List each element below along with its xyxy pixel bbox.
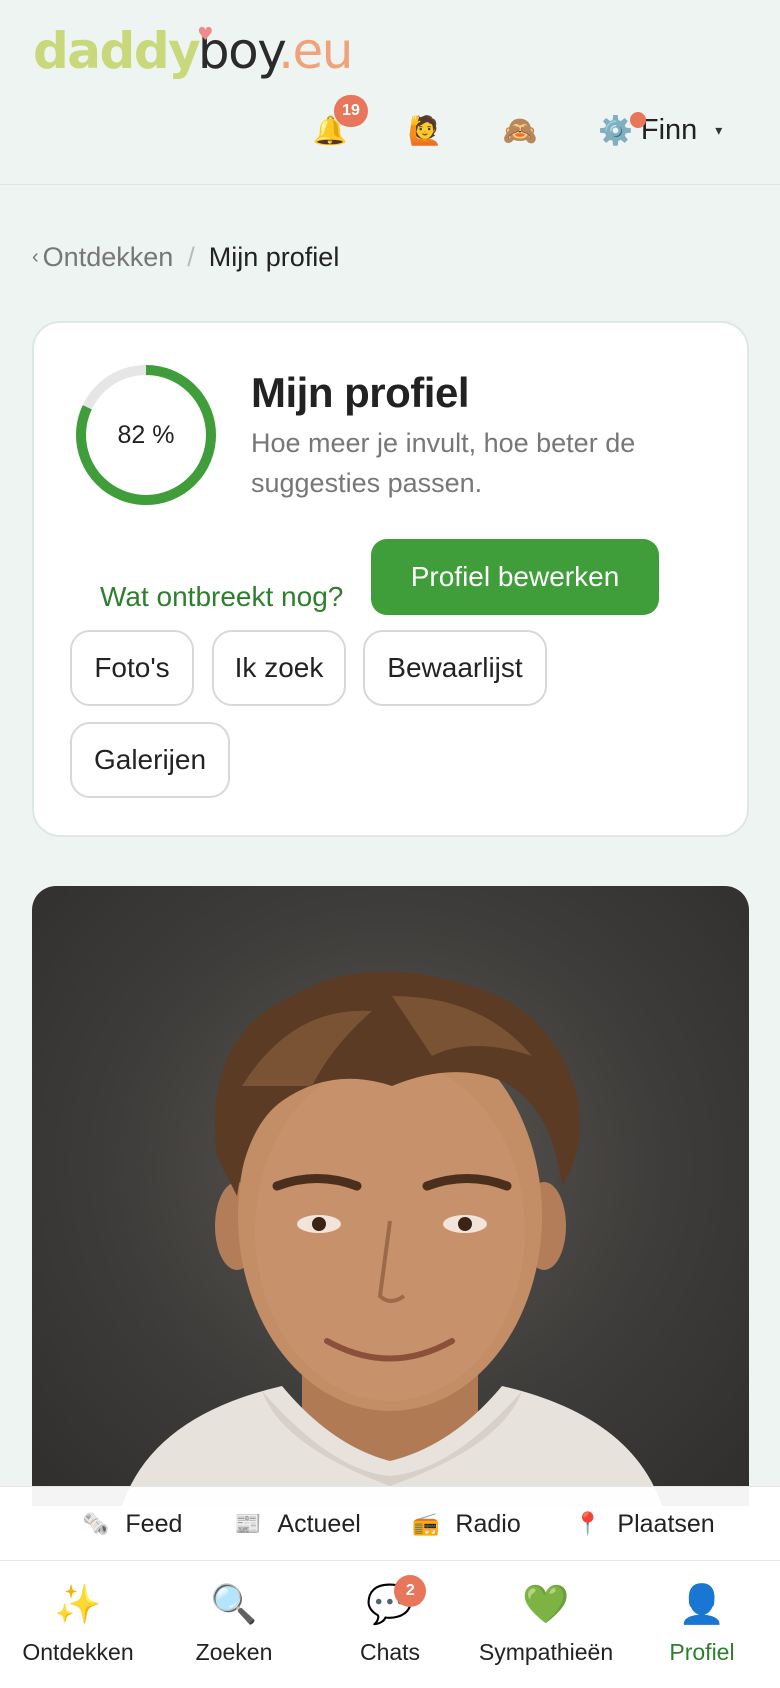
gear-icon: ⚙️ (598, 111, 646, 147)
visitors-button[interactable]: 🙋 (403, 108, 447, 152)
tab-chats-label: Chats (359, 1639, 421, 1665)
magnifier-icon: 🔍 (210, 1584, 258, 1626)
speech-bubble-icon: 💬 2 (366, 1575, 427, 1629)
profile-photo-illustration (122, 971, 662, 1506)
newspaper-roll-icon: 🗞️ (82, 1511, 110, 1536)
chip-galleries[interactable]: Galerijen (70, 722, 230, 798)
person-icon: 👤 (678, 1584, 726, 1626)
breadcrumb-current: Mijn profiel (208, 242, 340, 272)
subnav-radio[interactable]: 📻 Radio (412, 1487, 521, 1561)
top-header: daddy♥boy.eu 🔔 19 🙋 🙈 ⚙️ Finn ▾ (0, 0, 780, 185)
subnav-radio-label: Radio (455, 1509, 521, 1538)
user-menu[interactable]: ⚙️ Finn ▾ (598, 108, 722, 152)
subnav-feed[interactable]: 🗞️ Feed (82, 1487, 182, 1561)
green-heart-icon: 💚 (522, 1584, 570, 1626)
edit-profile-button[interactable]: Profiel bewerken (371, 539, 659, 615)
chip-saved-list[interactable]: Bewaarlijst (363, 630, 547, 706)
whats-missing-link[interactable]: Wat ontbreekt nog? (100, 559, 343, 635)
logo-heart-icon: ♥ (197, 24, 213, 45)
notifications-badge: 19 (334, 95, 368, 127)
progress-percent: 82 % (117, 420, 175, 449)
sparkles-icon: ✨ (54, 1584, 102, 1626)
breadcrumb-separator: / (187, 242, 195, 272)
secondary-nav: 🗞️ Feed 📰 Actueel 📻 Radio 📍 Plaatsen (0, 1486, 780, 1560)
subnav-plaatsen[interactable]: 📍 Plaatsen (574, 1487, 715, 1561)
tab-zoeken-label: Zoeken (195, 1639, 273, 1665)
subnav-actueel[interactable]: 📰 Actueel (234, 1487, 361, 1561)
chevron-down-icon: ▾ (715, 121, 723, 138)
gear-glyph: ⚙️ (598, 114, 633, 146)
site-logo[interactable]: daddy♥boy.eu (33, 16, 354, 98)
notifications-button[interactable]: 🔔 19 (308, 95, 368, 152)
logo-part-domain: .eu (278, 22, 353, 80)
breadcrumb-back-link[interactable]: ‹ Ontdekken (32, 242, 173, 273)
settings-alert-dot (630, 111, 646, 128)
chip-looking-for[interactable]: Ik zoek (212, 630, 346, 706)
tab-zoeken[interactable]: 🔍 Zoeken (156, 1561, 312, 1688)
tab-ontdekken[interactable]: ✨ Ontdekken (0, 1561, 156, 1688)
tab-profiel-label: Profiel (669, 1639, 735, 1665)
subnav-plaatsen-label: Plaatsen (617, 1509, 715, 1538)
see-no-evil-monkey-icon: 🙈 (502, 114, 538, 146)
logo-part-daddy: daddy (33, 22, 201, 80)
tab-chats[interactable]: 💬 2 Chats (312, 1561, 468, 1688)
hidden-button[interactable]: 🙈 (498, 108, 542, 152)
profile-photo[interactable] (32, 886, 749, 1506)
chevron-left-icon: ‹ (32, 246, 39, 268)
breadcrumb-back-label: Ontdekken (42, 242, 174, 272)
breadcrumb: ‹ Ontdekken / Mijn profiel (32, 242, 339, 273)
tab-ontdekken-label: Ontdekken (22, 1639, 134, 1665)
subnav-feed-label: Feed (125, 1509, 183, 1538)
newspaper-icon: 📰 (234, 1511, 262, 1536)
chip-photos[interactable]: Foto's (70, 630, 194, 706)
subnav-actueel-label: Actueel (277, 1509, 361, 1538)
card-subtitle: Hoe meer je invult, hoe beter de suggest… (251, 428, 636, 498)
user-name: Finn (640, 113, 698, 146)
tab-profiel[interactable]: 👤 Profiel (624, 1561, 780, 1688)
profile-completion-card: 82 % Mijn profiel Hoe meer je invult, ho… (32, 321, 749, 837)
tab-sympathieen[interactable]: 💚 Sympathieën (468, 1561, 624, 1688)
chats-badge: 2 (394, 1575, 427, 1607)
tab-sympathieen-label: Sympathieën (478, 1639, 614, 1665)
pin-icon: 📍 (574, 1511, 602, 1536)
card-title: Mijn profiel (251, 369, 470, 416)
radio-icon: 📻 (412, 1511, 440, 1536)
bottom-tab-bar: ✨ Ontdekken 🔍 Zoeken 💬 2 Chats 💚 Sympath… (0, 1560, 780, 1688)
person-raising-hand-icon: 🙋 (407, 114, 443, 146)
